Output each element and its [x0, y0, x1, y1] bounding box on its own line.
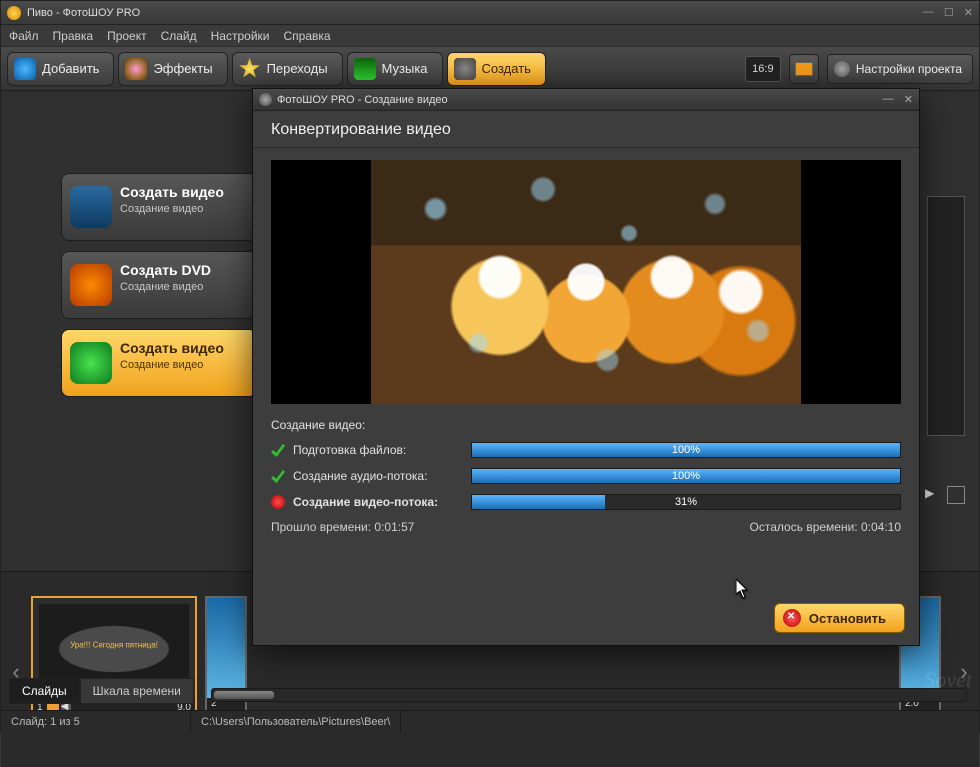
music-note-icon — [354, 58, 376, 80]
filmstrip-icon — [70, 186, 112, 228]
stop-button[interactable]: Остановить — [774, 603, 905, 633]
menu-slide[interactable]: Слайд — [161, 29, 197, 43]
export-dialog: ФотоШОУ PRO - Создание видео — ✕ Конверт… — [252, 88, 920, 646]
progress-audio: Создание аудио-потока: 100% — [271, 468, 901, 484]
progress-section-label: Создание видео: — [271, 418, 901, 432]
dvd-icon — [70, 264, 112, 306]
check-icon — [271, 469, 285, 483]
video-preview — [271, 160, 901, 404]
record-icon — [271, 495, 285, 509]
aspect-ratio[interactable]: 16:9 — [745, 56, 781, 82]
option-create-dvd[interactable]: Создать DVD Создание видео — [61, 251, 257, 319]
reel-icon — [259, 93, 272, 106]
elapsed-time: Прошло времени: 0:01:57 — [271, 520, 414, 534]
timeline-scrollbar[interactable] — [211, 688, 967, 702]
preview-panel: ▶ — [917, 186, 965, 496]
remaining-time: Осталось времени: 0:04:10 — [750, 520, 901, 534]
window-title: Пиво - ФотоШОУ PRO — [27, 7, 923, 19]
progress-video: Создание видео-потока: 31% — [271, 494, 901, 510]
globe-icon — [70, 342, 112, 384]
status-path: C:\Users\Пользователь\Pictures\Beer\ — [191, 711, 401, 732]
preview-frame — [371, 160, 801, 404]
app-logo-icon — [7, 6, 21, 20]
create-button[interactable]: Создать — [447, 52, 546, 86]
status-slide-count: Слайд: 1 из 5 — [1, 711, 191, 732]
project-settings-button[interactable]: Настройки проекта — [827, 54, 973, 84]
music-button[interactable]: Музыка — [347, 52, 443, 86]
dialog-title: ФотоШОУ PRO - Создание видео — [277, 94, 883, 106]
menu-file[interactable]: Файл — [9, 29, 39, 43]
add-button[interactable]: Добавить — [7, 52, 114, 86]
menu-edit[interactable]: Правка — [53, 29, 94, 43]
dialog-heading: Конвертирование видео — [253, 111, 919, 148]
preview-toggle-button[interactable] — [789, 54, 819, 84]
star-icon — [239, 58, 261, 80]
option-create-video[interactable]: Создать видео Создание видео — [61, 173, 257, 241]
progress-prepare: Подготовка файлов: 100% — [271, 442, 901, 458]
palette-icon — [125, 58, 147, 80]
main-toolbar: Добавить Эффекты Переходы Музыка Создать… — [1, 47, 979, 91]
menu-settings[interactable]: Настройки — [211, 29, 270, 43]
menu-project[interactable]: Проект — [107, 29, 147, 43]
check-icon — [271, 443, 285, 457]
tab-slides[interactable]: Слайды — [9, 678, 80, 704]
fullscreen-icon[interactable] — [947, 486, 965, 504]
close-icon[interactable]: ✕ — [964, 6, 973, 19]
reel-icon — [454, 58, 476, 80]
maximize-icon[interactable]: ☐ — [944, 6, 954, 19]
main-titlebar: Пиво - ФотоШОУ PRO — ☐ ✕ — [1, 1, 979, 25]
effects-button[interactable]: Эффекты — [118, 52, 227, 86]
dialog-minimize-icon[interactable]: — — [883, 93, 894, 106]
menu-help[interactable]: Справка — [283, 29, 330, 43]
option-create-web[interactable]: Создать видео Создание видео — [61, 329, 257, 397]
transitions-button[interactable]: Переходы — [232, 52, 343, 86]
minimize-icon[interactable]: — — [923, 6, 934, 19]
camera-icon — [14, 58, 36, 80]
preview-thumbnail — [927, 196, 965, 436]
menu-bar: Файл Правка Проект Слайд Настройки Справ… — [1, 25, 979, 47]
dialog-close-icon[interactable]: ✕ — [904, 93, 913, 106]
play-icon[interactable]: ▶ — [925, 486, 943, 504]
tab-timeline[interactable]: Шкала времени — [80, 678, 194, 704]
